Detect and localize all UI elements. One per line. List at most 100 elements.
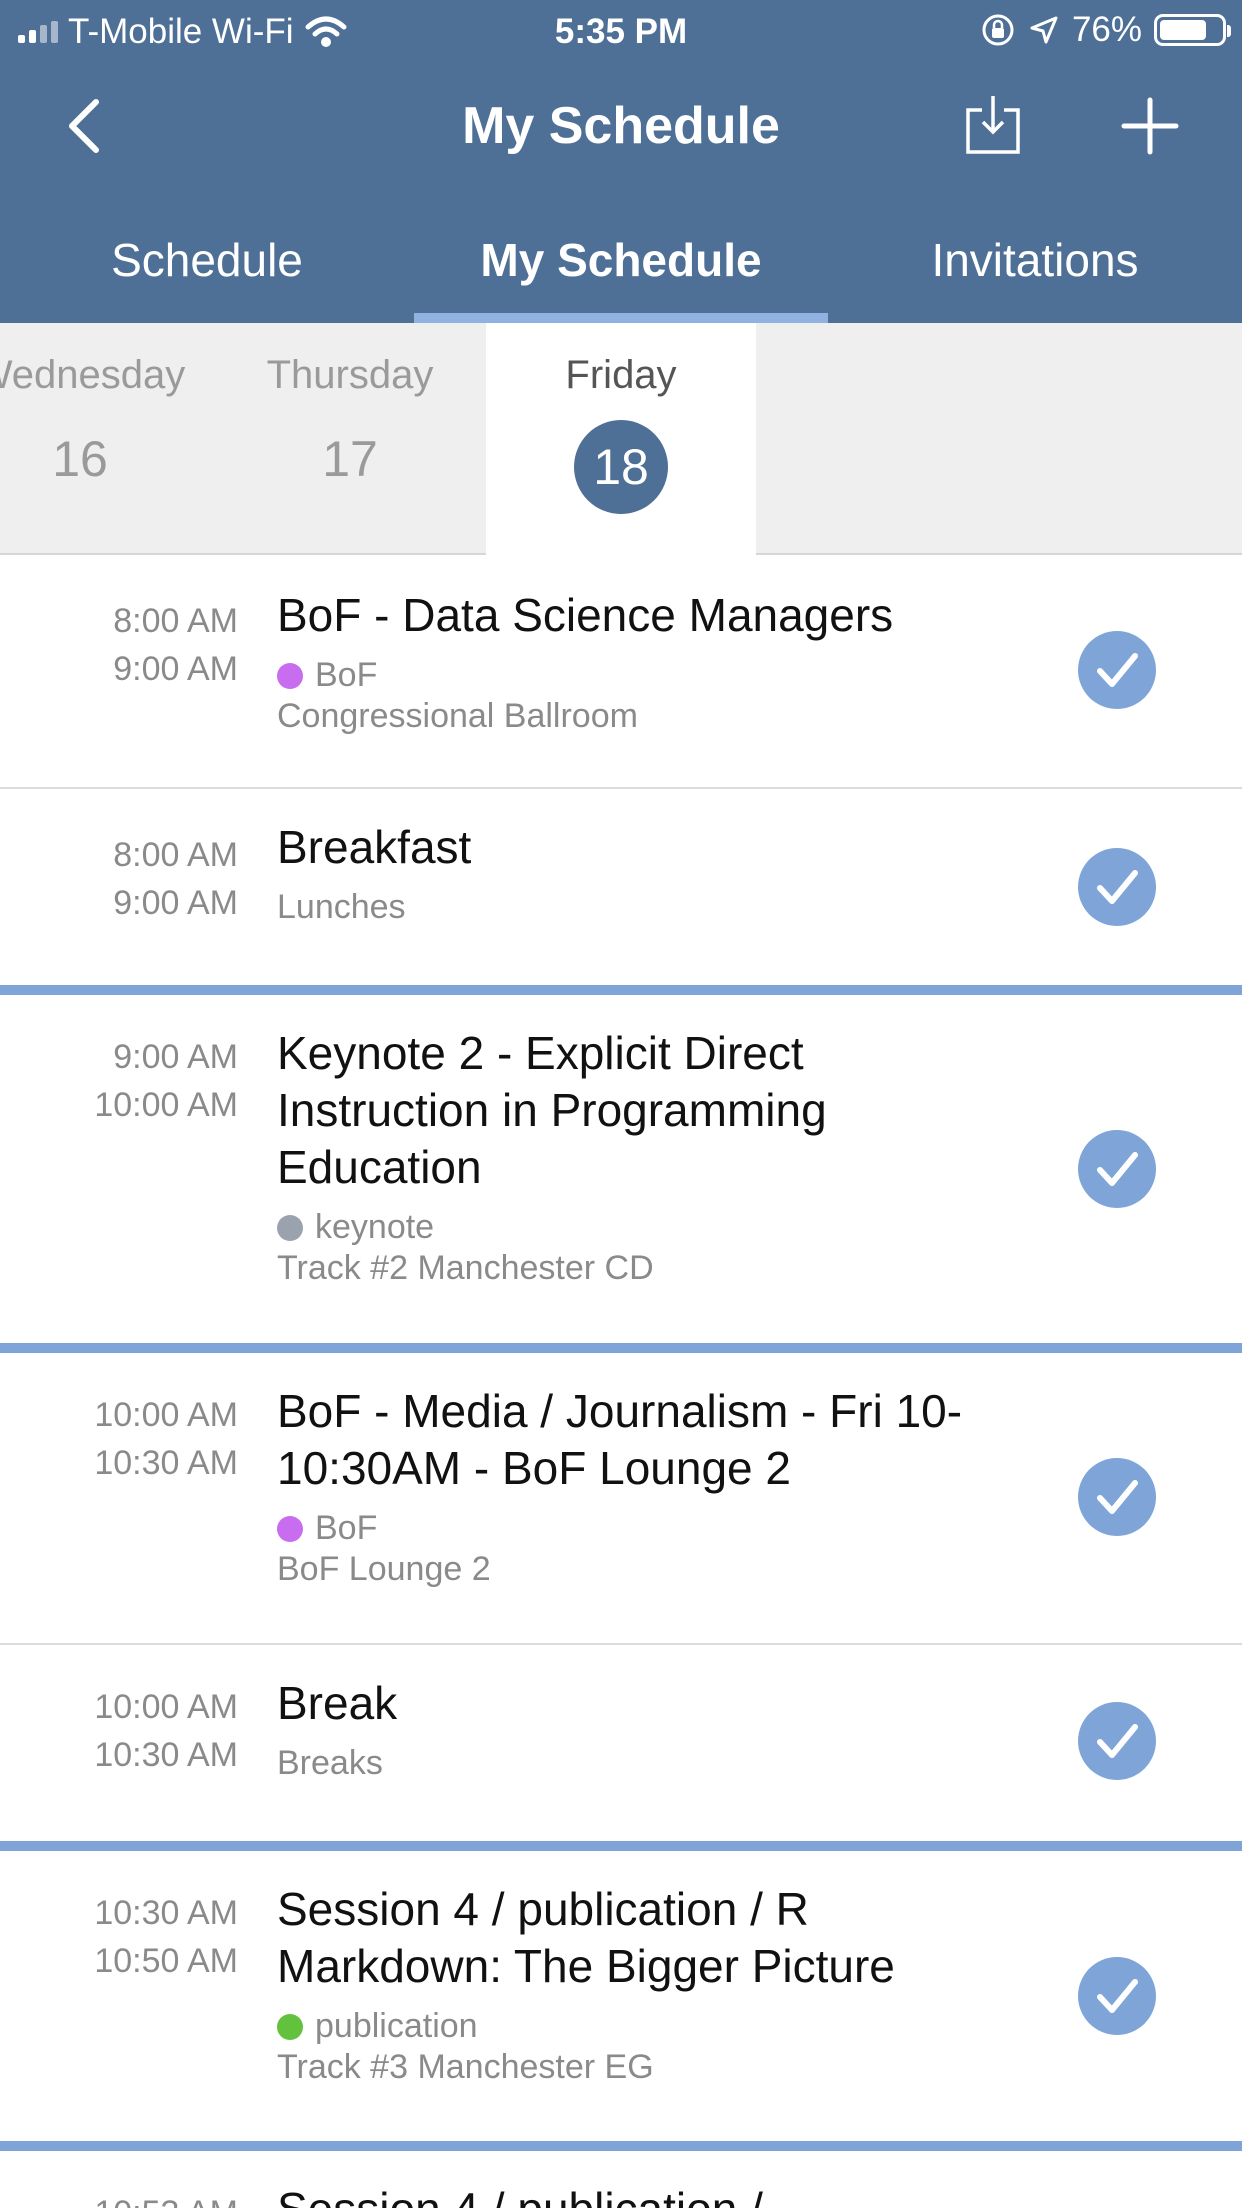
event-row-partial[interactable]: 10:53 AM Session 4 / publication / [0,2151,1242,2208]
category-label: BoF [315,1509,378,1547]
page-title: My Schedule [462,97,780,155]
event-row[interactable]: 10:30 AM 10:50 AM Session 4 / publicatio… [0,1851,1242,2141]
app-header: T-Mobile Wi-Fi 5:35 PM 76% My Schedule S… [0,0,1242,323]
event-location: Congressional Ballroom [277,697,638,735]
event-start: 8:00 AM [113,602,238,640]
event-start: 9:00 AM [113,1038,238,1076]
event-body: Keynote 2 - Explicit Direct Instruction … [277,1025,977,1288]
added-check-button[interactable] [1078,631,1156,709]
add-icon[interactable] [1118,94,1182,158]
category-label: publication [315,2007,478,2045]
event-location: Breaks [277,1744,383,1782]
event-end: 10:30 AM [94,1444,238,1482]
event-times: 10:53 AM [94,2189,238,2208]
orientation-lock-icon [982,14,1014,46]
tab-my-schedule[interactable]: My Schedule [414,223,828,323]
event-title: Keynote 2 - Explicit Direct Instruction … [277,1027,827,1193]
event-body: Breakfast Lunches [277,819,977,927]
day-number: 16 [52,431,108,487]
event-category: keynote [277,1208,977,1247]
event-body: Break Breaks [277,1675,977,1783]
day-name: Thursday [266,353,434,397]
event-start: 10:00 AM [94,1688,238,1726]
event-times: 9:00 AM 10:00 AM [94,1033,238,1129]
event-times: 8:00 AM 9:00 AM [113,831,238,927]
event-end: 10:00 AM [94,1086,238,1124]
event-end: 9:00 AM [113,884,238,922]
category-dot [277,662,303,689]
event-times: 10:00 AM 10:30 AM [94,1391,238,1487]
time-slot-divider [0,2141,1242,2151]
event-start: 10:30 AM [94,1894,238,1932]
event-body: Session 4 / publication / R Markdown: Th… [277,1881,977,2087]
event-start: 10:53 AM [94,2189,238,2208]
time-slot-divider [0,1343,1242,1353]
checkmark-icon [1097,653,1138,687]
checkmark-icon [1097,870,1138,904]
battery-percent: 76% [1071,10,1142,49]
event-times: 10:00 AM 10:30 AM [94,1683,238,1779]
event-end: 10:30 AM [94,1736,238,1774]
checkmark-icon [1097,1480,1138,1514]
event-location: Track #2 Manchester CD [277,1249,654,1287]
category-label: BoF [315,656,378,694]
event-start: 8:00 AM [113,836,238,874]
event-title: BoF - Data Science Managers [277,589,894,641]
event-end: 9:00 AM [113,650,238,688]
status-bar: T-Mobile Wi-Fi 5:35 PM 76% [0,0,1242,62]
time-slot-divider [0,1841,1242,1851]
event-location: BoF Lounge 2 [277,1550,491,1588]
event-title: Session 4 / publication / [277,2181,977,2208]
tab-schedule[interactable]: Schedule [0,223,414,323]
event-location: Lunches [277,888,406,926]
event-title: Breakfast [277,821,472,873]
category-dot [277,1515,303,1542]
event-end: 10:50 AM [94,1942,238,1980]
event-row[interactable]: 10:00 AM 10:30 AM Break Breaks [0,1645,1242,1841]
export-icon[interactable] [964,92,1022,156]
event-times: 10:30 AM 10:50 AM [94,1889,238,1985]
added-check-button[interactable] [1078,848,1156,926]
event-body: BoF - Data Science Managers BoF Congress… [277,587,977,736]
event-category: BoF [277,656,977,695]
status-right: 76% [980,10,1231,50]
time-slot-divider [0,985,1242,995]
event-category: BoF [277,1509,977,1548]
category-dot [277,2013,303,2040]
event-list: 8:00 AM 9:00 AM BoF - Data Science Manag… [0,557,1242,2208]
event-row[interactable]: 9:00 AM 10:00 AM Keynote 2 - Explicit Di… [0,995,1242,1343]
event-title: Break [277,1677,398,1729]
tab-bar: Schedule My Schedule Invitations [0,223,1242,323]
added-check-button[interactable] [1078,1458,1156,1536]
added-check-button[interactable] [1078,1957,1156,2035]
event-times: 8:00 AM 9:00 AM [113,597,238,693]
event-row[interactable]: 10:00 AM 10:30 AM BoF - Media / Journali… [0,1353,1242,1643]
category-label: keynote [315,1208,435,1246]
added-check-button[interactable] [1078,1130,1156,1208]
category-dot [277,1214,303,1241]
added-check-button[interactable] [1078,1702,1156,1780]
battery-icon [1154,14,1231,46]
day-name: Friday [565,353,677,397]
location-arrow-icon [1030,16,1058,44]
day-wednesday[interactable]: Wednesday 16 [0,323,240,555]
event-title: BoF - Media / Journalism - Fri 10-10:30A… [277,1385,963,1494]
checkmark-icon [1097,1979,1138,2013]
day-friday[interactable]: Friday 18 [486,323,756,555]
event-title: Session 4 / publication / R Markdown: Th… [277,1883,895,1992]
event-row[interactable]: 8:00 AM 9:00 AM Breakfast Lunches [0,789,1242,985]
event-row[interactable]: 8:00 AM 9:00 AM BoF - Data Science Manag… [0,557,1242,787]
checkmark-icon [1097,1724,1138,1758]
event-location: Track #3 Manchester EG [277,2048,654,2086]
event-start: 10:00 AM [94,1396,238,1434]
event-body: BoF - Media / Journalism - Fri 10-10:30A… [277,1383,977,1589]
day-picker: Wednesday 16 Thursday 17 Friday 18 [0,323,1242,555]
day-name: Wednesday [0,353,186,397]
nav-bar: My Schedule [0,80,1242,170]
day-number-selected: 18 [574,420,668,514]
event-body: Session 4 / publication / [277,2181,977,2208]
event-category: publication [277,2007,977,2046]
day-thursday[interactable]: Thursday 17 [215,323,485,555]
tab-invitations[interactable]: Invitations [828,223,1242,323]
day-number: 17 [322,431,378,487]
